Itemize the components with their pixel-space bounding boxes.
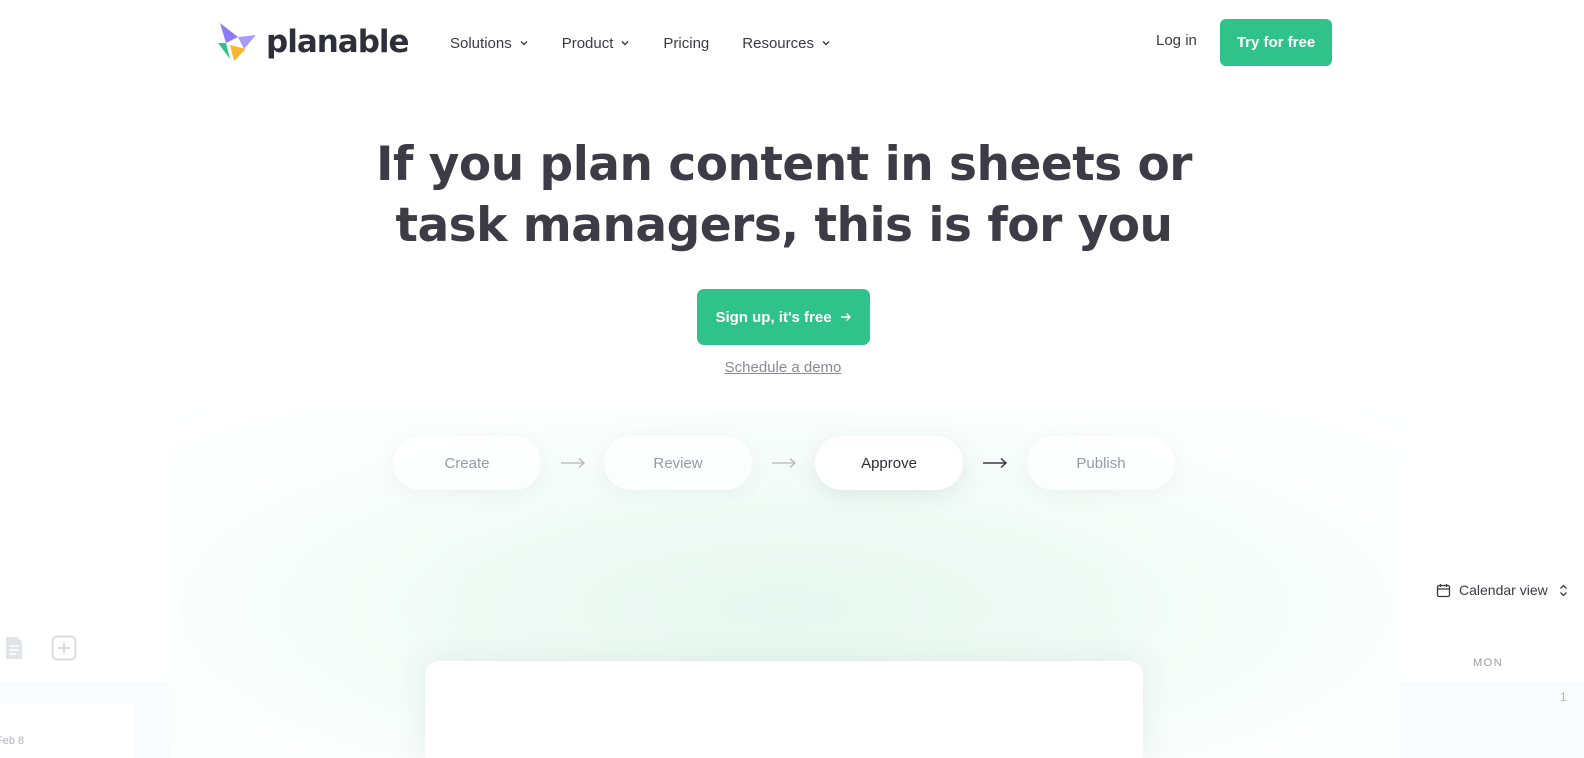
day-number: 1	[1560, 690, 1567, 704]
chevron-updown-icon	[1559, 584, 1567, 596]
nav-resources[interactable]: Resources	[742, 35, 831, 52]
app-preview-card	[425, 661, 1143, 758]
step-approve-label: Approve	[861, 454, 917, 472]
step-publish-label: Publish	[1076, 454, 1126, 472]
nav-resources-label: Resources	[742, 34, 814, 52]
right-panel-row	[1400, 682, 1584, 758]
planable-logo[interactable]: planable	[216, 20, 410, 64]
schedule-demo-link[interactable]: Schedule a demo	[0, 359, 1566, 376]
login-link[interactable]: Log in	[1156, 32, 1197, 49]
main-nav: Solutions Product Pricing Resources	[450, 30, 831, 56]
nav-solutions[interactable]: Solutions	[450, 35, 529, 52]
hero-title-line-1: If you plan content in sheets or	[376, 137, 1192, 192]
step-approve[interactable]: Approve	[815, 436, 963, 490]
add-icon[interactable]	[51, 635, 77, 661]
planable-logo-icon	[218, 23, 256, 61]
chevron-down-icon	[822, 41, 830, 46]
calendar-view-selector[interactable]: Calendar view	[1436, 582, 1571, 598]
arrow-right-icon	[561, 458, 585, 468]
step-review[interactable]: Review	[604, 436, 752, 490]
chevron-down-icon	[621, 41, 629, 46]
arrow-right-icon	[840, 313, 851, 321]
arrow-right-icon	[983, 457, 1008, 469]
left-panel-card	[0, 704, 134, 758]
weekday-label: MON	[1473, 657, 1504, 669]
signup-button[interactable]: Sign up, it's free	[697, 289, 870, 345]
calendar-icon	[1436, 583, 1451, 597]
nav-pricing[interactable]: Pricing	[663, 35, 709, 52]
nav-pricing-label: Pricing	[663, 34, 710, 52]
chevron-down-icon	[520, 41, 528, 46]
step-create-label: Create	[444, 454, 490, 472]
right-preview-panel: Calendar view MON 1	[1400, 548, 1584, 758]
step-create[interactable]: Create	[393, 436, 541, 490]
workflow-steps: Create Review Approve Publish	[393, 436, 1183, 490]
signup-button-label: Sign up, it's free	[715, 308, 832, 326]
nav-product-label: Product	[561, 34, 614, 52]
date-label: Feb 8	[0, 735, 25, 747]
step-review-label: Review	[653, 454, 703, 472]
nav-product[interactable]: Product	[562, 35, 631, 52]
site-header: planable Solutions Product Pricing Resou…	[0, 0, 1584, 86]
calendar-view-label: Calendar view	[1459, 582, 1548, 598]
hero-title: If you plan content in sheets or task ma…	[0, 134, 1568, 256]
try-for-free-button[interactable]: Try for free	[1220, 19, 1332, 66]
arrow-right-icon	[772, 458, 796, 468]
hero-title-line-2: task managers, this is for you	[395, 198, 1173, 253]
nav-solutions-label: Solutions	[450, 34, 512, 52]
brand-name: planable	[266, 23, 410, 60]
document-icon[interactable]	[4, 636, 24, 660]
step-publish[interactable]: Publish	[1027, 436, 1175, 490]
left-preview-panel: Feb 8	[0, 548, 170, 758]
